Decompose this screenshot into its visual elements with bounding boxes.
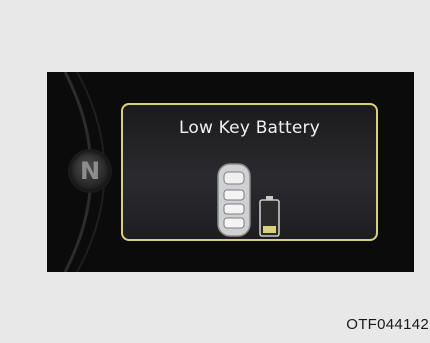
instrument-cluster: N Low Key Battery (47, 72, 414, 272)
gear-indicator: N (70, 151, 110, 191)
figure-code: OTF044142 (346, 316, 429, 333)
battery-low-icon (259, 196, 280, 237)
lcd-display: Low Key Battery (121, 103, 378, 241)
warning-message: Low Key Battery (178, 118, 321, 138)
smart-key-icon (217, 163, 251, 237)
